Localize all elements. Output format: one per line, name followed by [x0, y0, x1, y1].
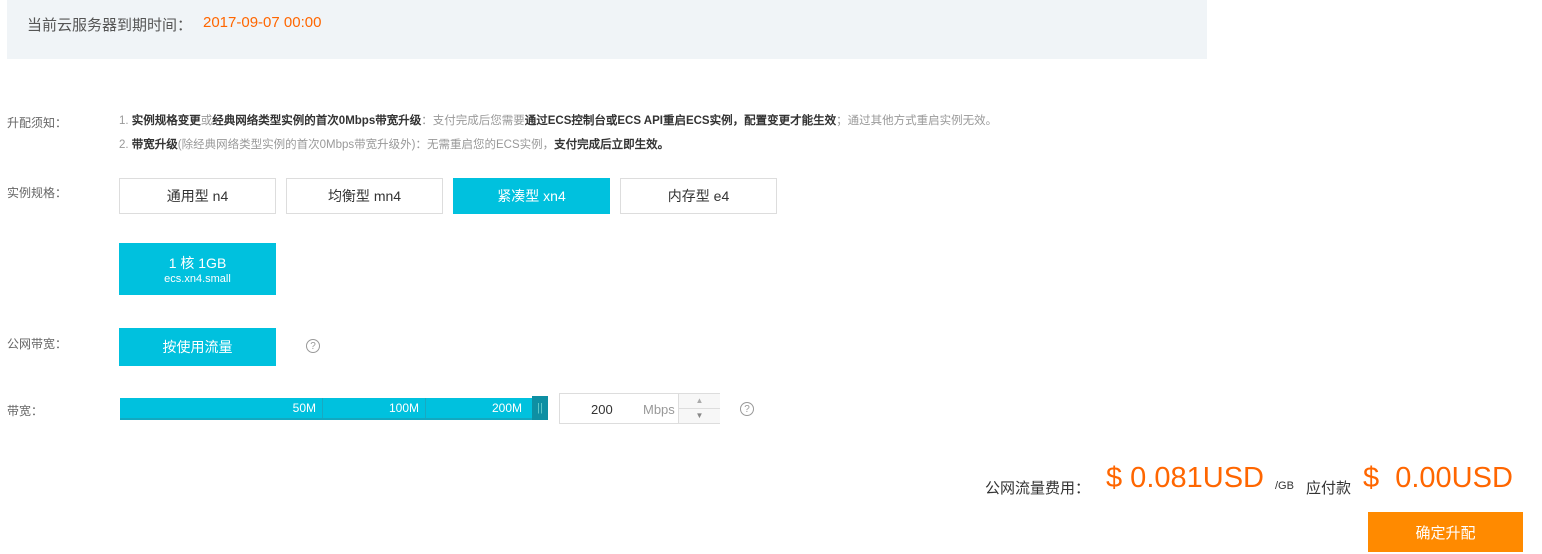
bandwidth-input[interactable]: 200	[591, 402, 613, 417]
bandwidth-slider[interactable]: 50M 100M 200M ||	[120, 396, 548, 420]
spec-name: ecs.xn4.small	[164, 273, 231, 285]
expiry-value: 2017-09-07 00:00	[203, 14, 322, 31]
note-text: 带宽升级	[131, 139, 178, 151]
instance-label: 实例规格：	[7, 186, 68, 200]
notes-label: 升配须知：	[7, 116, 68, 130]
due-label: 应付款	[1306, 480, 1352, 497]
bandwidth-stepper[interactable]: 200 Mbps ▲ ▼	[559, 393, 720, 424]
spec-title: 1 核 1GB	[168, 255, 227, 271]
traffic-fee-value: $ 0.081USD	[1106, 462, 1264, 494]
increment-icon[interactable]: ▲	[678, 394, 720, 409]
expiry-label: 当前云服务器到期时间：	[27, 17, 193, 34]
note-text: 通过ECS控制台或ECS API重启ECS实例，配置变更才能生效	[524, 115, 837, 127]
note-text: 或	[200, 115, 213, 127]
traffic-fee-unit: /GB	[1275, 480, 1294, 492]
family-option-n4[interactable]: 通用型 n4	[119, 178, 276, 214]
note-line-1: 1. 实例规格变更或经典网络类型实例的首次0Mbps带宽升级：支付完成后您需要通…	[119, 112, 997, 128]
family-option-e4[interactable]: 内存型 e4	[620, 178, 777, 214]
public-bw-label: 公网带宽：	[7, 337, 68, 351]
bandwidth-unit: Mbps	[643, 402, 675, 417]
due-value: $ 0.00USD	[1363, 462, 1513, 494]
note-text: 2.	[119, 139, 132, 151]
help-icon[interactable]: ?	[306, 339, 320, 353]
note-text: (除经典网络类型实例的首次0Mbps带宽升级外)：无需重启您的ECS实例，	[177, 139, 555, 151]
note-text: ：支付完成后您需要	[421, 115, 525, 127]
note-text: 1.	[119, 115, 132, 127]
family-option-mn4[interactable]: 均衡型 mn4	[286, 178, 443, 214]
help-icon[interactable]: ?	[740, 402, 754, 416]
note-line-2: 2. 带宽升级(除经典网络类型实例的首次0Mbps带宽升级外)：无需重启您的EC…	[119, 136, 669, 152]
note-text: 实例规格变更	[131, 115, 201, 127]
slider-tick-100m: 100M	[323, 398, 426, 418]
slider-handle[interactable]: ||	[532, 396, 548, 420]
pay-by-traffic-option[interactable]: 按使用流量	[119, 328, 276, 366]
spec-option[interactable]: 1 核 1GB ecs.xn4.small	[119, 243, 276, 295]
bandwidth-label: 带宽：	[7, 404, 44, 418]
confirm-upgrade-button[interactable]: 确定升配	[1368, 512, 1523, 552]
note-text: 支付完成后立即生效。	[554, 139, 670, 151]
note-text: ；通过其他方式重启实例无效。	[836, 115, 998, 127]
note-text: 经典网络类型实例的首次0Mbps带宽升级	[212, 115, 422, 127]
family-option-xn4[interactable]: 紧凑型 xn4	[453, 178, 610, 214]
slider-tick-50m: 50M	[120, 398, 323, 418]
traffic-fee-label: 公网流量费用：	[985, 480, 1091, 497]
decrement-icon[interactable]: ▼	[678, 409, 720, 423]
slider-tick-200m: 200M	[491, 401, 522, 415]
expiry-banner: 当前云服务器到期时间： 2017-09-07 00:00	[7, 0, 1207, 59]
